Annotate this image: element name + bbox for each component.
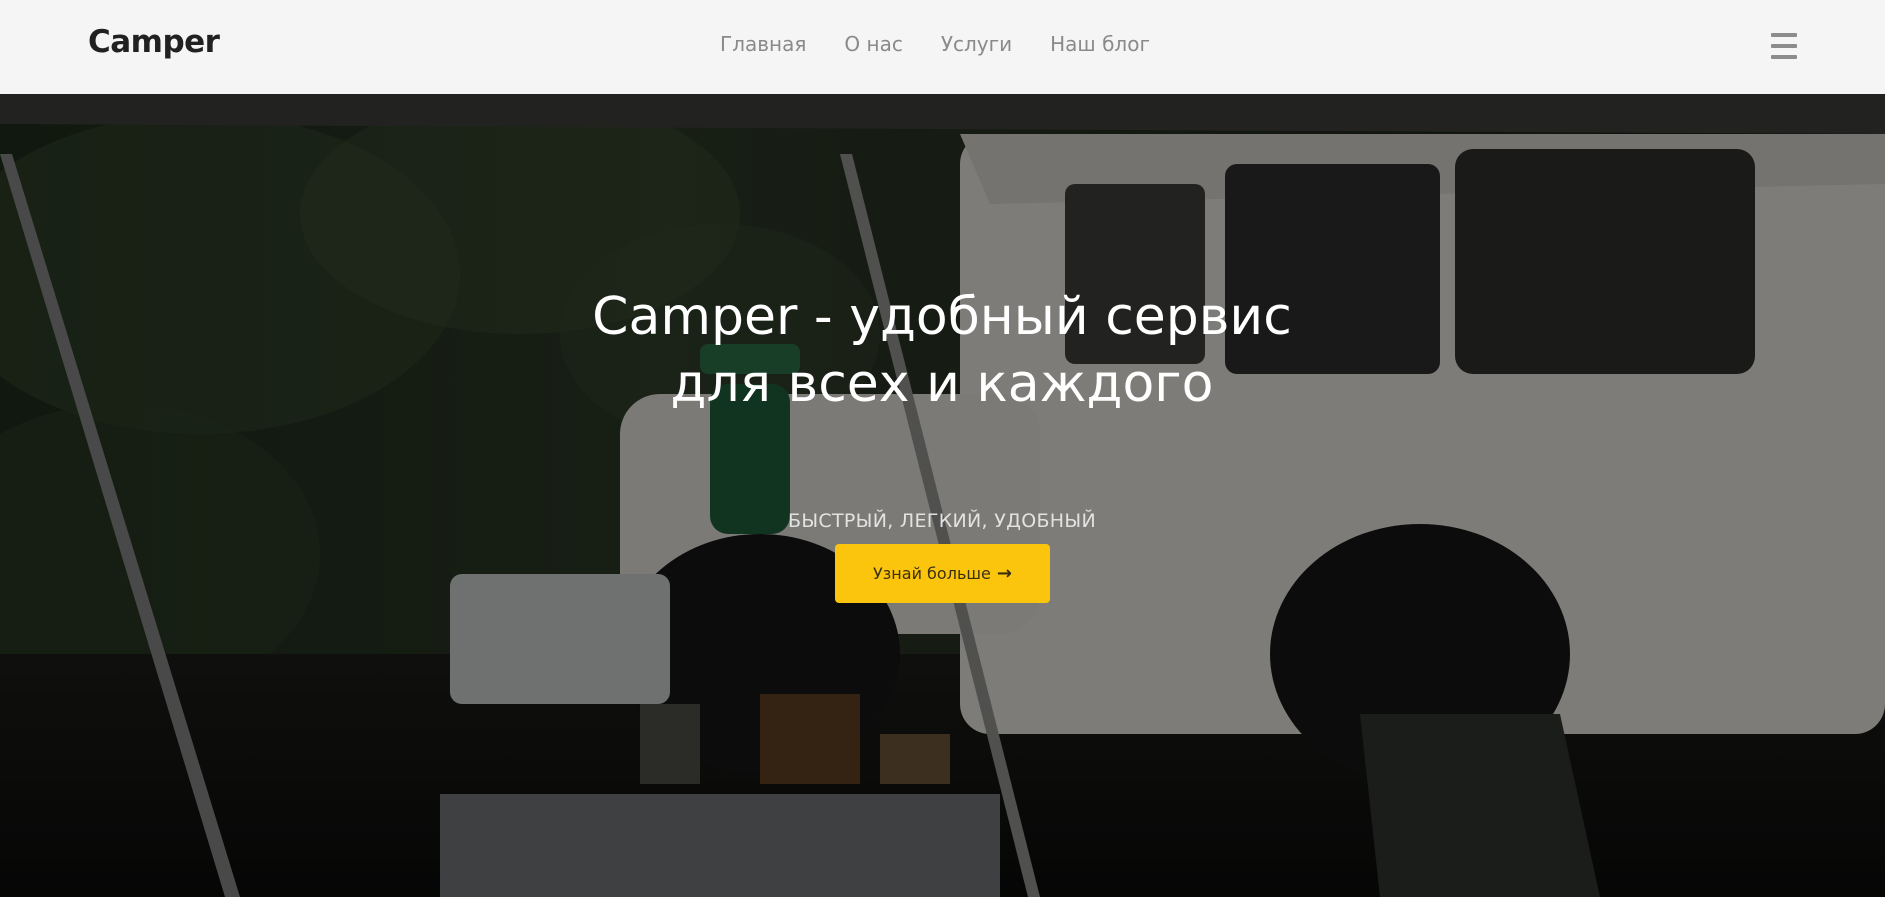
site-logo[interactable]: Camper bbox=[88, 24, 220, 60]
hamburger-menu-icon[interactable] bbox=[1771, 33, 1797, 59]
hero-subtitle: БЫСТРЫЙ, ЛЕГКИЙ, УДОБНЫЙ bbox=[788, 510, 1096, 532]
site-header: Camper Главная О нас Услуги Наш блог bbox=[0, 0, 1885, 94]
hero-dark-overlay bbox=[0, 94, 1885, 897]
nav-link-home[interactable]: Главная bbox=[720, 32, 806, 56]
nav-link-services[interactable]: Услуги bbox=[941, 32, 1012, 56]
nav-link-about[interactable]: О нас bbox=[844, 32, 902, 56]
arrow-right-icon: → bbox=[996, 563, 1012, 584]
nav-link-blog[interactable]: Наш блог bbox=[1050, 32, 1150, 56]
learn-more-button[interactable]: Узнай больше → bbox=[835, 544, 1050, 603]
main-nav: Главная О нас Услуги Наш блог bbox=[720, 32, 1150, 56]
learn-more-label: Узнай больше bbox=[873, 564, 991, 583]
hero-title: Camper - удобный сервис для всех и каждо… bbox=[592, 287, 1292, 414]
hero-section: Camper - удобный сервис для всех и каждо… bbox=[0, 94, 1885, 897]
